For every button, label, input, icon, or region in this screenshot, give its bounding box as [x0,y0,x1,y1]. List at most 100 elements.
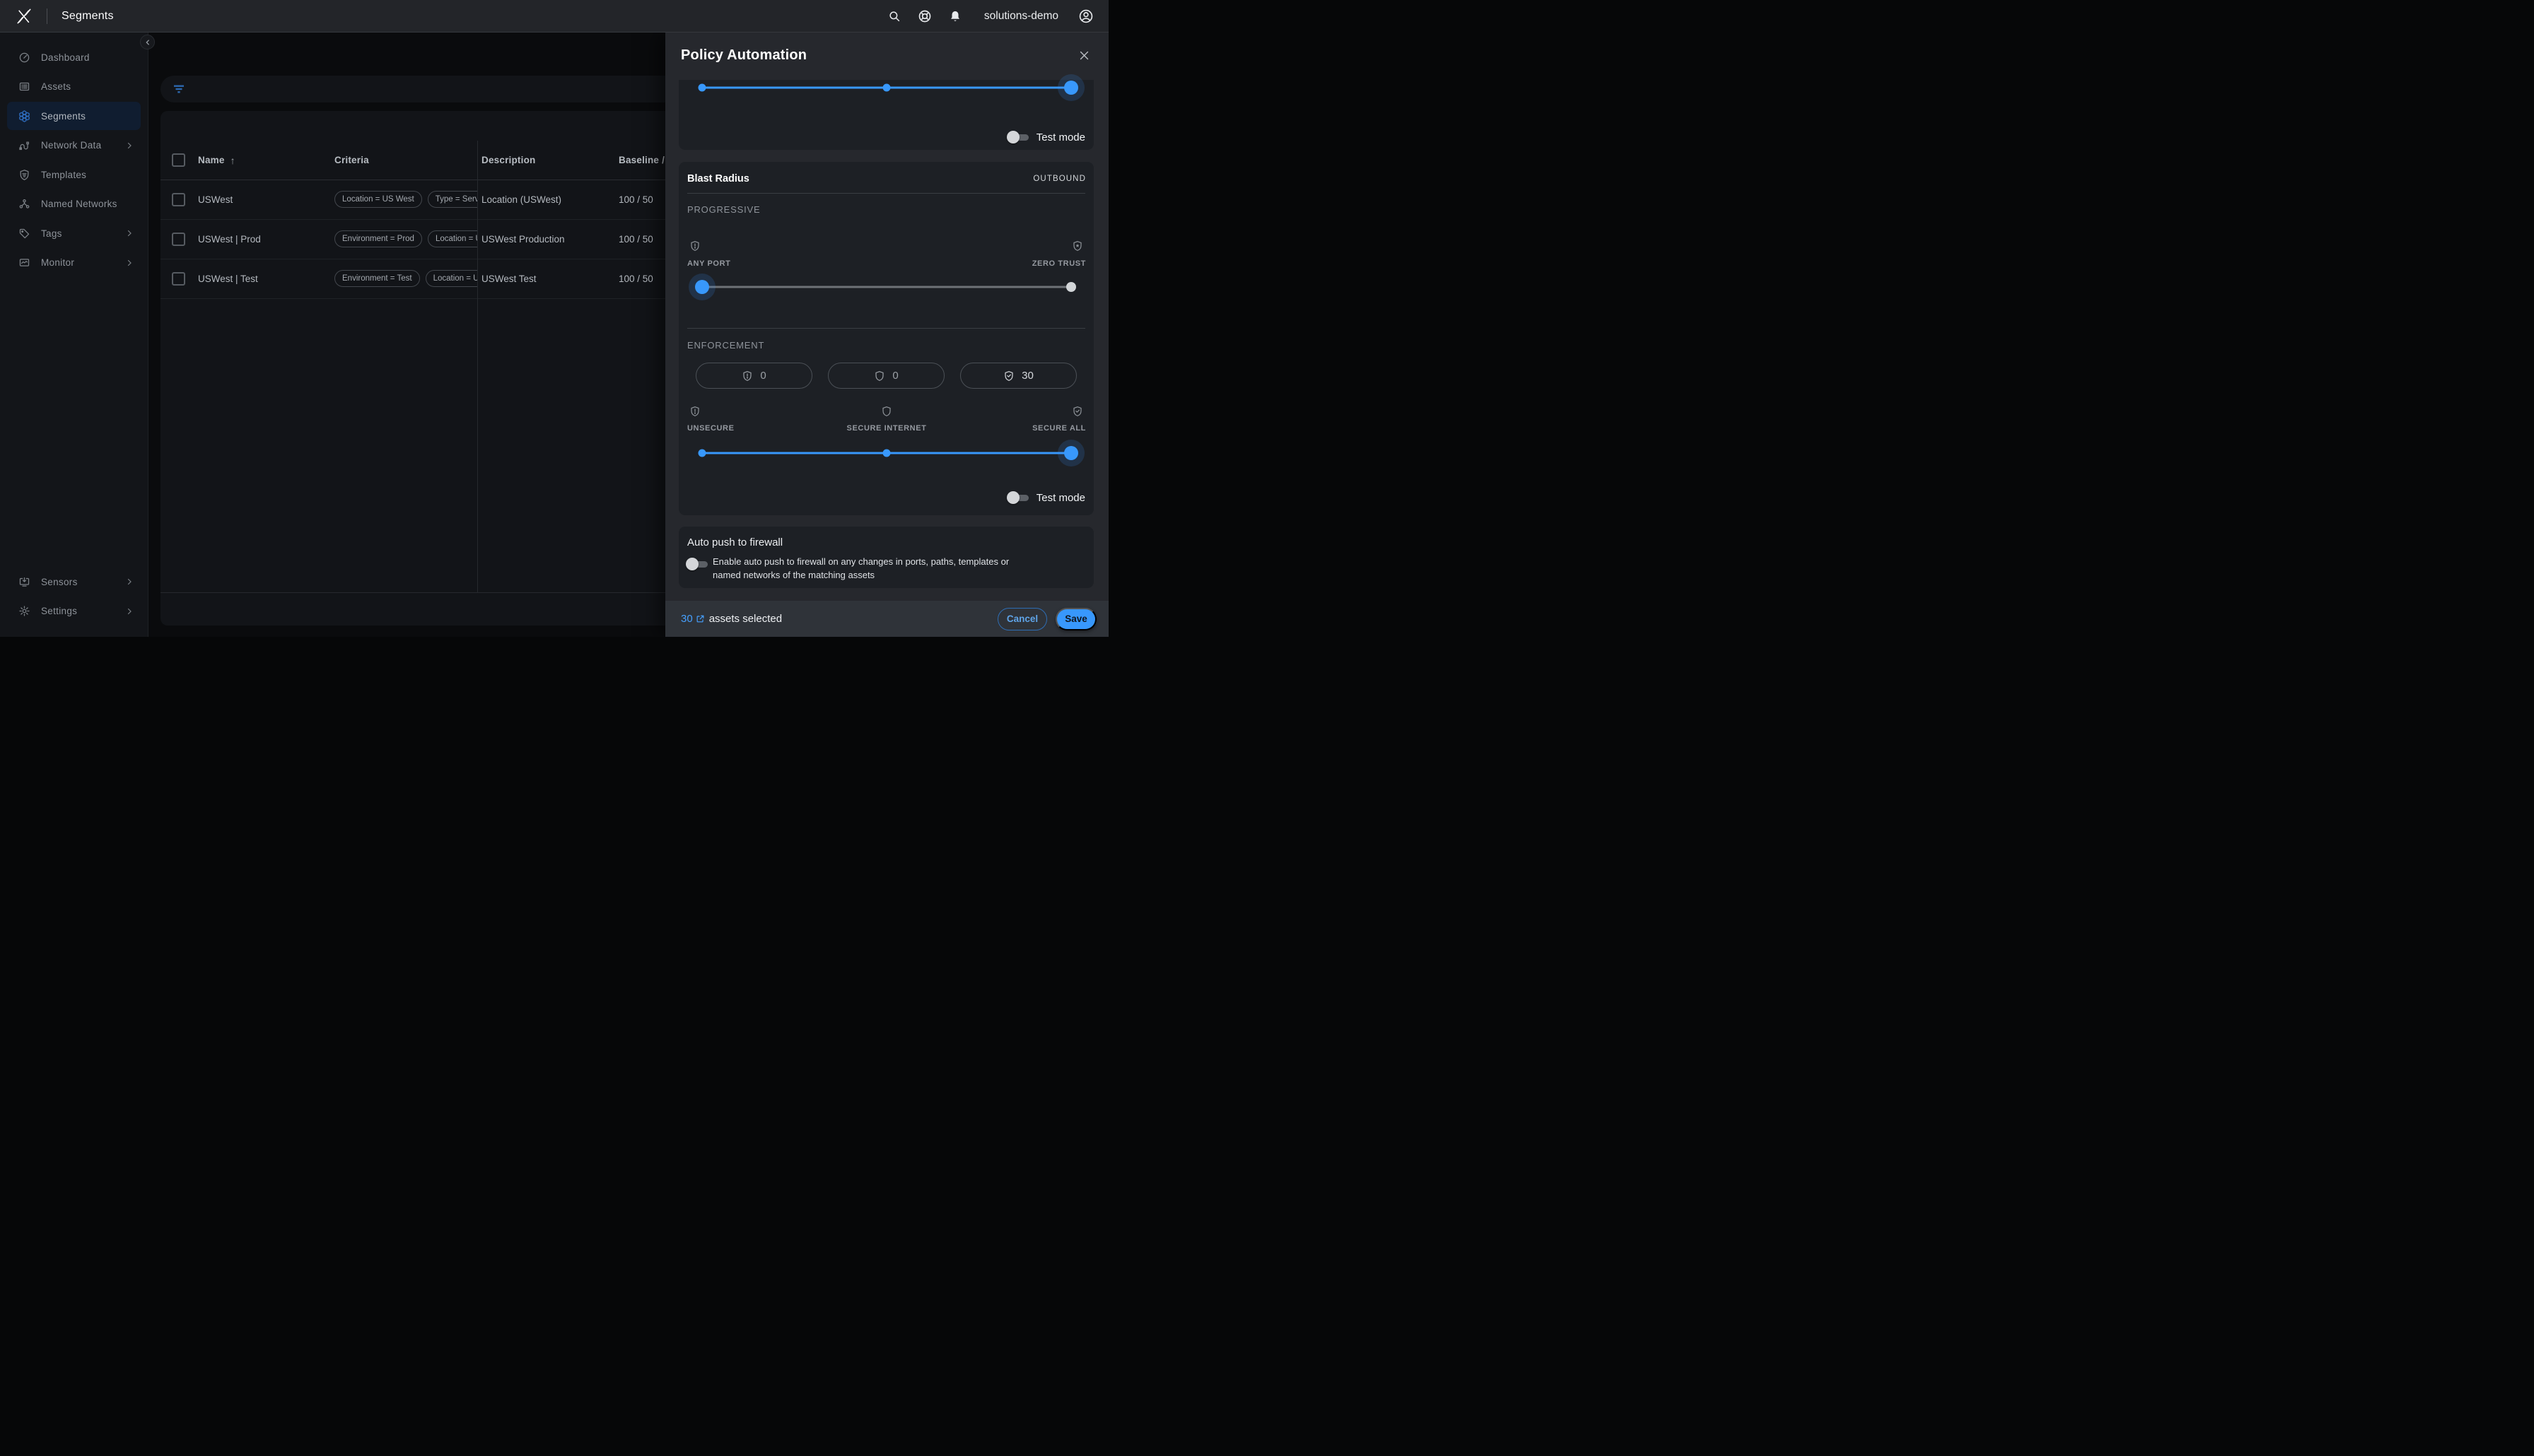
account-avatar-icon[interactable] [1078,8,1094,24]
slider-stop-start[interactable] [699,84,706,92]
xshield-logo-icon [16,8,32,24]
select-all-checkbox[interactable] [172,153,185,167]
sidebar-item-label: Dashboard [41,52,90,63]
test-mode-row: Test mode [1007,131,1085,143]
unsecure-count-button[interactable]: 0 [696,363,812,389]
row-checkbox[interactable] [172,233,185,246]
enforcement-slider[interactable] [702,447,1071,459]
slider-thumb[interactable] [695,280,709,294]
test-mode-toggle[interactable] [1007,491,1030,504]
progressive-slider[interactable] [702,281,1071,293]
slider-stop-mid[interactable] [883,84,891,92]
shield-star-icon [1072,240,1083,252]
sidebar-item-monitor[interactable]: Monitor [7,249,141,277]
row-checkbox[interactable] [172,272,185,286]
user-name[interactable]: solutions-demo [984,10,1058,23]
criteria-chip: Location = US [428,230,477,247]
test-mode-row: Test mode [1007,491,1085,504]
shield-exclamation-icon [689,406,701,417]
sidebar-item-segments[interactable]: Segments [7,102,141,130]
sidebar-item-templates[interactable]: Templates [7,160,141,189]
secure-internet-count: 0 [892,370,898,382]
close-icon[interactable] [1078,49,1090,61]
segment-baseline: 100 / 50 [619,180,653,219]
page-title: Segments [62,10,114,23]
secure-internet-label: SECURE INTERNET [847,424,927,433]
auto-push-toggle[interactable] [686,558,709,570]
sidebar-collapse-button[interactable] [140,35,155,49]
sensors-icon [18,576,30,588]
secure-all-count-button[interactable]: 30 [960,363,1077,389]
segment-name: USWest | Test [198,259,258,298]
segment-criteria: Location = US West Type = Server [334,180,477,219]
sidebar-item-named-networks[interactable]: Named Networks [7,190,141,218]
notifications-bell-icon[interactable] [949,10,962,23]
direction-badge: OUTBOUND [1033,175,1086,183]
sidebar-item-sensors[interactable]: Sensors [7,568,141,596]
panel-footer: 30 assets selected Cancel Save [665,601,1109,637]
sidebar-item-label: Sensors [41,577,78,587]
auto-push-title: Auto push to firewall [687,536,783,548]
sidebar-item-settings[interactable]: Settings [7,597,141,626]
search-icon[interactable] [888,10,901,23]
sort-asc-icon: ↑ [230,155,235,166]
topbar-actions: solutions-demo [888,8,1094,24]
test-mode-toggle[interactable] [1007,131,1030,143]
save-button[interactable]: Save [1056,608,1097,630]
blast-radius-card: Blast Radius OUTBOUND PROGRESSIVE [679,162,1094,515]
slider-thumb[interactable] [1064,81,1078,95]
segment-description: USWest Production [481,219,565,259]
auto-push-description: Enable auto push to firewall on any chan… [713,556,1037,582]
progressive-icon-row [689,240,1083,252]
secure-internet-count-button[interactable]: 0 [828,363,945,389]
chevron-right-icon [125,141,134,150]
sidebar: Dashboard Assets [0,32,148,637]
filter-icon[interactable] [173,84,185,94]
network-data-icon [18,139,30,151]
chevron-right-icon [125,259,134,267]
blast-radius-title: Blast Radius [687,173,749,184]
segment-description: Location (USWest) [481,180,561,219]
auto-push-card: Auto push to firewall Enable auto push t… [679,527,1094,588]
sidebar-item-assets[interactable]: Assets [7,73,141,101]
segment-criteria: Environment = Test Location = US [334,259,477,298]
slider-stop-mid[interactable] [883,450,891,457]
row-checkbox[interactable] [172,193,185,206]
enforcement-section-label: ENFORCEMENT [687,340,764,351]
tag-icon [18,228,30,240]
sidebar-item-tags[interactable]: Tags [7,219,141,247]
shield-icon [881,406,892,417]
progressive-label-row: ANY PORT ZERO TRUST [687,259,1086,268]
sidebar-item-label: Templates [41,170,86,180]
slider-stop-start[interactable] [699,450,706,457]
inbound-enforcement-slider[interactable] [702,82,1071,93]
chevron-right-icon [125,229,134,237]
unsecure-label: UNSECURE [687,424,735,433]
enforcement-buttons: 0 0 30 [696,363,1077,389]
sidebar-item-network-data[interactable]: Network Data [7,131,141,160]
divider [687,328,1085,329]
sidebar-item-label: Named Networks [41,199,117,209]
topbar: Segments solutions-demo [0,0,1109,33]
column-header-name[interactable]: Name↑ [198,141,235,180]
sidebar-item-label: Settings [41,606,77,616]
secure-all-count: 30 [1022,370,1034,382]
slider-stop-end[interactable] [1066,282,1076,292]
sidebar-item-label: Monitor [41,257,74,268]
assets-count-link[interactable]: 30 [681,613,705,625]
any-port-label: ANY PORT [687,259,730,268]
assets-selected-text: assets selected [709,613,782,625]
column-header-description: Description [481,141,535,180]
cancel-button[interactable]: Cancel [998,608,1047,630]
help-icon[interactable] [918,9,932,23]
panel-title: Policy Automation [681,47,807,64]
chevron-right-icon [125,577,134,586]
sidebar-item-label: Tags [41,228,62,239]
external-link-icon [696,614,705,623]
sidebar-item-dashboard[interactable]: Dashboard [7,43,141,71]
sidebar-item-label: Assets [41,81,71,92]
divider [687,193,1085,194]
slider-thumb[interactable] [1064,446,1078,460]
segment-baseline: 100 / 50 [619,219,653,259]
criteria-chip: Location = US West [334,191,422,208]
